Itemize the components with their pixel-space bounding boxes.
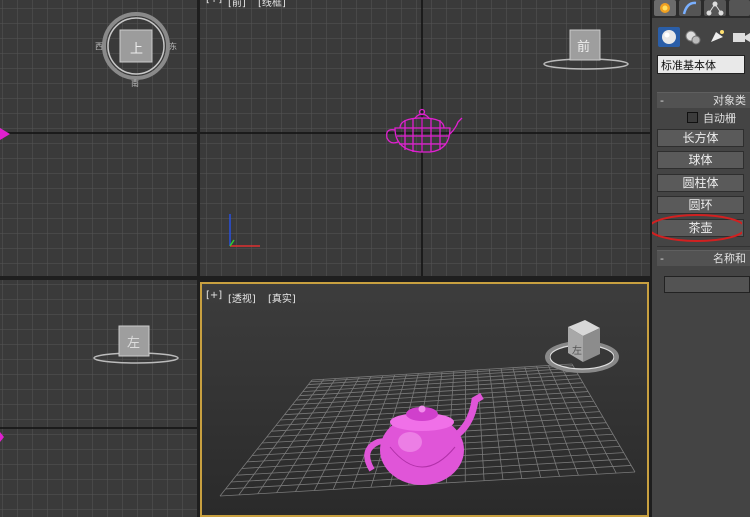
viewport-front-label-plus[interactable]: [+] [206,0,222,5]
create-tab-icon[interactable] [654,0,676,16]
object-type-rollout-header[interactable]: - 对象类 [657,92,750,108]
command-panel: 标准基本体 - 对象类 自动栅 长方体 球体 圆柱体 圆环 茶壶 - 名称和 [652,0,750,517]
viewcube-front-face-label: 前 [577,40,591,55]
viewport-perspective[interactable]: [+] [透视] [真实] 左 [200,282,649,517]
viewport-persp-label-shading[interactable]: [真实] [268,290,296,305]
viewport-left-grid [0,280,197,517]
autogrid-checkbox-row[interactable]: 自动栅 [687,110,736,126]
viewcube-persp-face-label: 左 [572,346,582,357]
name-color-title: 名称和 [713,252,746,265]
viewcube-perspective[interactable] [545,320,619,373]
rollout-separator [657,246,750,247]
hierarchy-tab-icon[interactable] [704,0,726,16]
viewport-left[interactable]: 左 [0,280,197,517]
sphere-button[interactable]: 球体 [657,151,744,169]
command-panel-tabs [652,0,750,18]
object-name-input[interactable] [664,276,750,293]
modify-tab-icon[interactable] [679,0,701,16]
rollout-collapse-icon: - [660,94,664,107]
viewport-front-label-shading[interactable]: [线框] [258,0,286,9]
viewport-persp-label-plus[interactable]: [+] [206,290,222,301]
name-color-rollout-header[interactable]: - 名称和 [657,250,750,266]
viewcube-top-face-label: 上 [130,42,144,57]
viewport-perspective-scene [219,320,636,497]
compass-east-label: 东 [169,42,177,51]
object-type-title: 对象类 [713,94,746,107]
shapes-icon[interactable] [682,27,704,47]
viewport-top[interactable]: 上 西 东 南 [0,0,197,276]
autogrid-label: 自动栅 [703,112,736,125]
rollout-collapse-icon-2: - [660,252,664,265]
compass-south-label: 南 [131,79,139,88]
lights-icon[interactable] [706,27,728,47]
object-category-dropdown[interactable]: 标准基本体 [657,55,745,74]
autogrid-checkbox[interactable] [687,112,698,123]
geometry-icon[interactable] [658,27,680,47]
cylinder-button[interactable]: 圆柱体 [657,174,744,192]
annotation-highlight-ellipse [652,214,742,242]
compass-west-label: 西 [95,42,103,51]
viewcube-left-face-label: 左 [127,336,141,351]
motion-tab-icon[interactable] [729,0,750,16]
viewport-front-label-view[interactable]: [前] [228,0,246,9]
viewport-front[interactable]: [+] [前] [线框] 前 [200,0,650,276]
cameras-icon[interactable] [730,27,750,47]
viewport-persp-label-view[interactable]: [透视] [228,290,256,305]
box-button[interactable]: 长方体 [657,129,744,147]
